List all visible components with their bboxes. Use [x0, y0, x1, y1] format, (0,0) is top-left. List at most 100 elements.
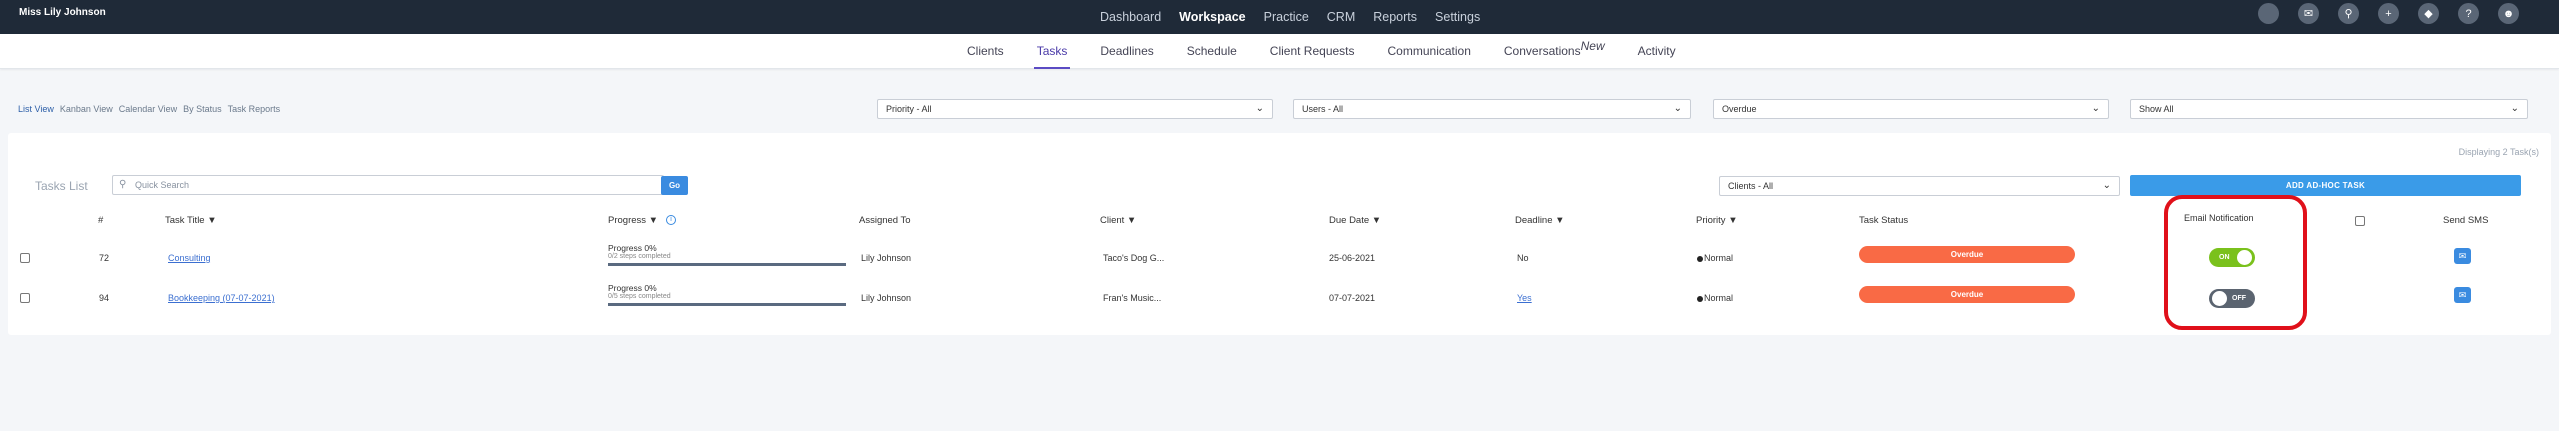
col-due-date[interactable]: Due Date ▼ [1329, 215, 1381, 226]
tab-activity[interactable]: Activity [1638, 34, 1676, 69]
priority-filter[interactable]: Priority - All ⌄ [877, 99, 1273, 119]
user-name[interactable]: Miss Lily Johnson [19, 7, 106, 18]
overdue-filter-value: Overdue [1722, 104, 1757, 114]
progress-bar [608, 303, 846, 306]
task-title-link[interactable]: Consulting [168, 253, 211, 263]
due-date: 25-06-2021 [1329, 253, 1376, 263]
tab-tasks[interactable]: Tasks [1033, 34, 1071, 69]
col-task-title[interactable]: Task Title ▼ [165, 215, 217, 226]
chevron-down-icon: ⌄ [1255, 103, 1264, 114]
col-task-status: Task Status [1859, 215, 1909, 226]
tag-icon[interactable]: ◆ [2418, 3, 2439, 24]
progress-label: Progress 0% [608, 243, 657, 253]
select-all-checkbox[interactable] [2355, 216, 2365, 226]
search-icon: ⚲ [119, 179, 127, 190]
deadline-link[interactable]: Yes [1517, 293, 1532, 303]
view-list[interactable]: List View [18, 104, 54, 114]
task-number: 72 [99, 253, 110, 263]
users-filter[interactable]: Users - All ⌄ [1293, 99, 1691, 119]
nav-dashboard[interactable]: Dashboard [1100, 10, 1161, 24]
client-name: Fran's Music... [1103, 293, 1162, 303]
tab-conversations[interactable]: ConversationsNew [1504, 34, 1605, 69]
priority-value: Normal [1697, 253, 1733, 263]
chevron-down-icon: ⌄ [2510, 103, 2519, 114]
go-button[interactable]: Go [661, 176, 688, 195]
subnav-items: Clients Tasks Deadlines Schedule Client … [967, 34, 1709, 69]
search-icon[interactable]: ⚲ [2338, 3, 2359, 24]
highlight-annotation [2164, 195, 2307, 330]
tasks-list-title: Tasks List [35, 179, 88, 193]
col-assigned-to: Assigned To [859, 215, 911, 226]
chevron-down-icon: ⌄ [2091, 103, 2100, 114]
due-date: 07-07-2021 [1329, 293, 1376, 303]
assigned-to: Lily Johnson [861, 293, 912, 303]
tab-clients[interactable]: Clients [967, 34, 1004, 69]
nav-settings[interactable]: Settings [1435, 10, 1480, 24]
nav-workspace[interactable]: Workspace [1179, 10, 1245, 24]
send-sms-button[interactable]: ✉ [2454, 248, 2471, 264]
col-client[interactable]: Client ▼ [1100, 215, 1136, 226]
view-kanban[interactable]: Kanban View [60, 104, 113, 114]
priority-label: Normal [1704, 253, 1734, 263]
progress-bar [608, 263, 846, 266]
top-navbar: Miss Lily Johnson Dashboard Workspace Pr… [0, 0, 2559, 34]
priority-label: Normal [1704, 293, 1734, 303]
view-switcher: List View Kanban View Calendar View By S… [18, 104, 280, 114]
info-icon[interactable]: i [666, 215, 677, 226]
sub-navbar: Clients Tasks Deadlines Schedule Client … [0, 34, 2559, 69]
clients-filter-value: Clients - All [1728, 181, 1774, 191]
sms-icon: ✉ [2458, 251, 2467, 261]
progress-steps: 0/2 steps completed [608, 253, 671, 260]
progress-label: Progress 0% [608, 283, 657, 293]
add-ad-hoc-task-button[interactable]: ADD AD-HOC TASK [2130, 175, 2521, 196]
show-filter[interactable]: Show All ⌄ [2130, 99, 2528, 119]
deadline-value: No [1517, 253, 1529, 263]
col-progress[interactable]: Progress ▼ i [608, 215, 677, 226]
view-task-reports[interactable]: Task Reports [228, 104, 281, 114]
overdue-filter[interactable]: Overdue ⌄ [1713, 99, 2109, 119]
task-progress: Progress 0% 0/5 steps completed [608, 283, 671, 300]
col-priority[interactable]: Priority ▼ [1696, 215, 1738, 226]
col-send-sms: Send SMS [2443, 215, 2489, 226]
col-number: # [98, 215, 104, 226]
avatar-circle-icon[interactable] [2258, 3, 2279, 24]
priority-filter-value: Priority - All [886, 104, 932, 114]
quick-search-input[interactable]: ⚲ Quick Search [112, 175, 664, 195]
quick-search-placeholder: Quick Search [135, 180, 190, 190]
status-badge: Overdue [1859, 286, 2075, 303]
clients-filter[interactable]: Clients - All ⌄ [1719, 176, 2120, 196]
row-checkbox[interactable] [20, 293, 30, 303]
show-filter-value: Show All [2139, 104, 2174, 114]
tab-client-requests[interactable]: Client Requests [1270, 34, 1355, 69]
priority-value: Normal [1697, 293, 1733, 303]
col-deadline[interactable]: Deadline ▼ [1515, 215, 1565, 226]
priority-dot-icon [1697, 295, 1703, 302]
chevron-down-icon: ⌄ [2102, 180, 2111, 191]
tab-deadlines[interactable]: Deadlines [1100, 34, 1153, 69]
nav-crm[interactable]: CRM [1327, 10, 1355, 24]
send-sms-button[interactable]: ✉ [2454, 287, 2471, 303]
view-by-status[interactable]: By Status [183, 104, 222, 114]
status-badge: Overdue [1859, 246, 2075, 263]
view-calendar[interactable]: Calendar View [119, 104, 177, 114]
sms-icon: ✉ [2458, 290, 2467, 300]
task-number: 94 [99, 293, 110, 303]
nav-reports[interactable]: Reports [1373, 10, 1417, 24]
user-icon[interactable]: ☻ [2498, 3, 2519, 24]
tab-conversations-label: Conversations [1503, 44, 1581, 58]
priority-dot-icon [1697, 255, 1703, 262]
nav-practice[interactable]: Practice [1264, 10, 1309, 24]
assigned-to: Lily Johnson [861, 253, 912, 263]
task-count: Displaying 2 Task(s) [2458, 147, 2539, 157]
header-icons: ✉ ⚲ + ◆ ? ☻ [2258, 3, 2519, 24]
users-filter-value: Users - All [1302, 104, 1344, 114]
megaphone-icon[interactable]: ✉ [2298, 3, 2319, 24]
tab-schedule[interactable]: Schedule [1187, 34, 1237, 69]
new-badge: New [1580, 39, 1605, 53]
plus-icon[interactable]: + [2378, 3, 2399, 24]
help-icon[interactable]: ? [2458, 3, 2479, 24]
task-title-link[interactable]: Bookkeeping (07-07-2021) [168, 293, 275, 303]
col-progress-label: Progress ▼ [608, 215, 659, 226]
row-checkbox[interactable] [20, 253, 30, 263]
tab-communication[interactable]: Communication [1388, 34, 1471, 69]
